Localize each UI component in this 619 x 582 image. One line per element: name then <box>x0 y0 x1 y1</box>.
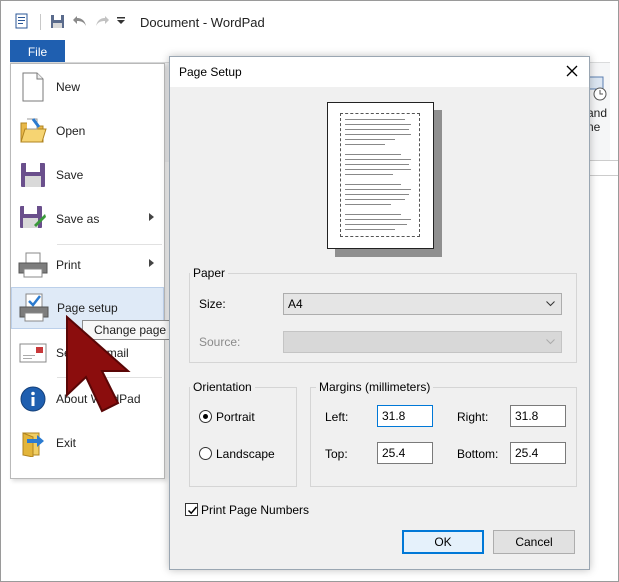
cancel-button[interactable]: Cancel <box>493 530 575 554</box>
source-label: Source: <box>199 335 241 349</box>
menu-item-exit[interactable]: Exit <box>11 422 164 464</box>
file-menu: New Open Save Save as Print Page setup e… <box>10 63 165 479</box>
preview-line <box>345 124 411 125</box>
dialog-title-bar: Page Setup <box>170 57 589 87</box>
print-page-numbers-label[interactable]: Print Page Numbers <box>201 503 309 517</box>
preview-line <box>345 139 395 140</box>
landscape-label[interactable]: Landscape <box>216 447 275 461</box>
menu-item-label: Page setup <box>57 301 118 315</box>
preview-line <box>345 184 401 185</box>
checkmark-icon <box>187 506 198 515</box>
save-icon[interactable] <box>50 13 65 29</box>
portrait-radio[interactable] <box>199 410 212 423</box>
dialog-title: Page Setup <box>179 65 242 79</box>
redo-icon[interactable] <box>94 13 110 29</box>
bottom-margin-label: Bottom: <box>457 447 499 461</box>
menu-item-label: Exit <box>56 436 77 450</box>
preview-line <box>345 159 411 160</box>
right-margin-input[interactable]: 31.8 <box>510 405 566 427</box>
paper-group-label: Paper <box>190 266 229 280</box>
menu-item-label: Open <box>56 124 86 138</box>
menu-item-save[interactable]: Save <box>11 154 164 196</box>
preview-line <box>345 129 409 130</box>
size-label: Size: <box>199 297 226 311</box>
printer-icon <box>11 251 55 279</box>
open-folder-icon <box>11 117 55 145</box>
ribbon-partial-label: and ne <box>587 106 607 134</box>
window-title: Document - WordPad <box>140 15 265 30</box>
preview-line <box>345 144 385 145</box>
left-margin-label: Left: <box>325 410 349 424</box>
preview-line <box>345 134 411 135</box>
submenu-arrow-icon <box>149 259 154 267</box>
customize-toolbar-icon[interactable] <box>116 13 126 29</box>
menu-item-print[interactable]: Print <box>11 244 164 286</box>
top-margin-input[interactable]: 25.4 <box>377 442 433 464</box>
left-margin-input[interactable]: 31.8 <box>377 405 433 427</box>
print-page-numbers-checkbox[interactable] <box>185 503 198 516</box>
toolbar-separator <box>40 14 41 30</box>
page-setup-dialog: Page Setup Paper Size: A4 Source: Orient… <box>169 56 590 570</box>
size-select[interactable]: A4 <box>283 293 562 315</box>
ok-button[interactable]: OK <box>402 530 484 554</box>
orientation-group-label: Orientation <box>190 380 255 394</box>
menu-item-label: Print <box>56 258 81 272</box>
source-select <box>283 331 562 353</box>
preview-line <box>345 169 411 170</box>
close-icon[interactable] <box>565 64 579 78</box>
menu-item-label: New <box>56 80 81 94</box>
pointer-arrow-icon <box>66 315 131 413</box>
preview-line <box>345 194 409 195</box>
ruler <box>590 160 619 176</box>
preview-line <box>345 219 411 220</box>
right-margin-label: Right: <box>457 410 489 424</box>
new-document-icon <box>11 72 55 102</box>
top-margin-label: Top: <box>325 447 348 461</box>
date-time-icon[interactable] <box>588 76 608 102</box>
landscape-radio[interactable] <box>199 447 212 460</box>
exit-icon <box>11 429 55 457</box>
save-as-icon <box>11 205 55 233</box>
page-setup-icon <box>12 293 56 323</box>
size-select-value: A4 <box>288 297 303 311</box>
preview-line <box>345 154 401 155</box>
preview-line <box>345 224 407 225</box>
preview-line <box>345 119 405 120</box>
orientation-group <box>189 387 297 487</box>
preview-line <box>345 189 411 190</box>
margins-group <box>310 387 577 487</box>
margins-group-label: Margins (millimeters) <box>316 380 434 394</box>
preview-line <box>345 199 405 200</box>
chevron-down-icon <box>546 339 555 345</box>
ribbon-partial-label-1: and <box>587 106 608 120</box>
undo-icon[interactable] <box>72 13 88 29</box>
chevron-down-icon <box>546 301 555 307</box>
menu-item-open[interactable]: Open <box>11 110 164 152</box>
preview-line <box>345 174 393 175</box>
info-icon <box>11 385 55 413</box>
preview-line <box>345 164 409 165</box>
menu-item-label: Save as <box>56 212 100 226</box>
file-tab[interactable]: File <box>10 40 65 63</box>
save-disk-icon <box>11 162 55 188</box>
submenu-arrow-icon <box>149 213 154 221</box>
page-preview <box>327 102 434 249</box>
preview-line <box>345 214 401 215</box>
bottom-margin-input[interactable]: 25.4 <box>510 442 566 464</box>
preview-line <box>345 204 391 205</box>
ribbon-partial-label-2: ne <box>587 120 601 134</box>
menu-item-label: Save <box>56 168 84 182</box>
menu-item-save-as[interactable]: Save as <box>11 198 164 240</box>
email-icon <box>11 341 55 365</box>
title-bar: Document - WordPad <box>0 0 619 40</box>
portrait-label[interactable]: Portrait <box>216 410 255 424</box>
menu-item-new[interactable]: New <box>11 66 164 108</box>
preview-line <box>345 229 395 230</box>
wordpad-app-icon[interactable] <box>14 13 30 29</box>
